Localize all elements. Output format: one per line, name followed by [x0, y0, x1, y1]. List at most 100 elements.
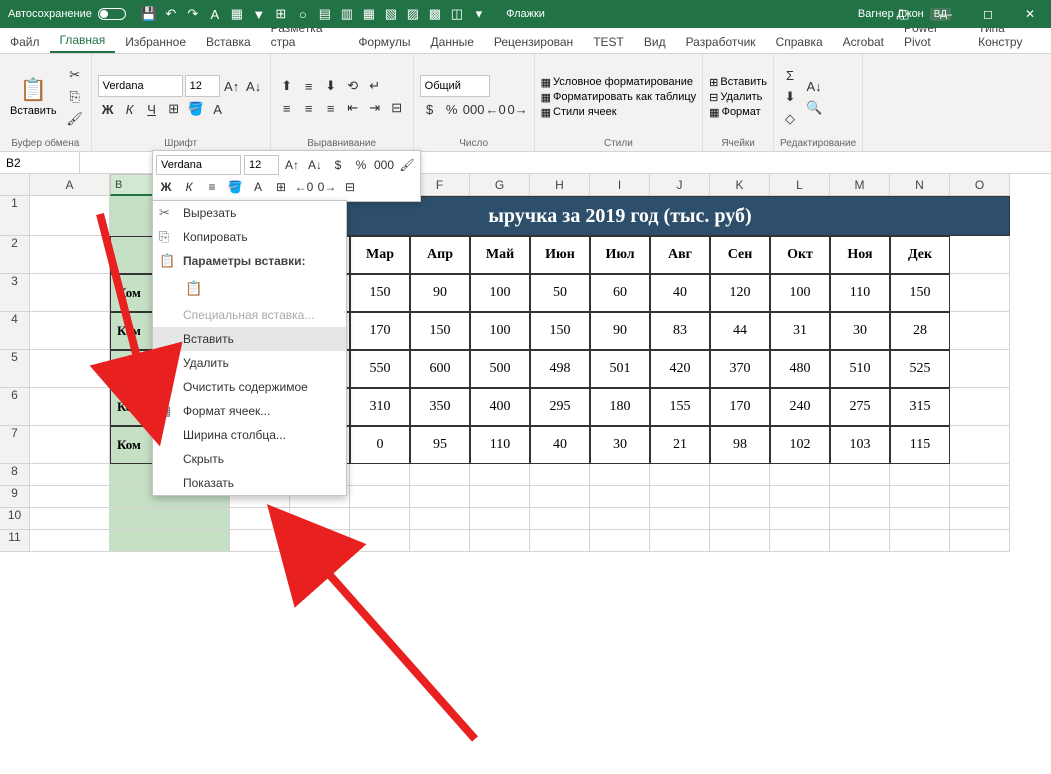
- bold-icon[interactable]: Ж: [98, 99, 118, 119]
- ctx-col-width[interactable]: Ширина столбца...: [153, 423, 346, 447]
- redo-icon[interactable]: ↷: [184, 5, 202, 23]
- qat-icon-7[interactable]: ▧: [382, 5, 400, 23]
- qat-icon-6[interactable]: ▦: [360, 5, 378, 23]
- wrap-text-icon[interactable]: ↵: [365, 76, 385, 96]
- font-size-select[interactable]: 12: [185, 75, 220, 97]
- borders-icon[interactable]: ⊞: [164, 99, 184, 119]
- tab-formulas[interactable]: Формулы: [348, 30, 420, 53]
- fill-color-icon[interactable]: 🪣: [186, 99, 206, 119]
- col-header-N[interactable]: N: [890, 174, 950, 196]
- tab-home[interactable]: Главная: [50, 28, 116, 53]
- tab-insert[interactable]: Вставка: [196, 30, 261, 53]
- col-header-A[interactable]: A: [30, 174, 110, 196]
- qat-more-icon[interactable]: ▾: [470, 5, 488, 23]
- maximize-icon[interactable]: ◻: [967, 0, 1009, 28]
- align-left-icon[interactable]: ≡: [277, 98, 297, 118]
- conditional-formatting-button[interactable]: ▦ Условное форматирование: [541, 76, 693, 89]
- align-top-icon[interactable]: ⬆: [277, 76, 297, 96]
- merge-icon[interactable]: ⊟: [387, 98, 407, 118]
- comma-icon[interactable]: 000: [374, 155, 394, 175]
- minimize-icon[interactable]: —: [925, 0, 967, 28]
- ctx-format-cells[interactable]: ▦Формат ячеек...: [153, 399, 346, 423]
- filter-icon[interactable]: ▼: [250, 5, 268, 23]
- name-box[interactable]: B2: [0, 152, 80, 173]
- percent-icon[interactable]: %: [351, 155, 371, 175]
- save-icon[interactable]: 💾: [140, 5, 158, 23]
- sort-filter-icon[interactable]: A↓: [804, 76, 824, 96]
- align-right-icon[interactable]: ≡: [321, 98, 341, 118]
- tab-favorites[interactable]: Избранное: [115, 30, 196, 53]
- comma-icon[interactable]: 000: [464, 99, 484, 119]
- autosave-toggle[interactable]: Автосохранение: [0, 8, 134, 20]
- col-header-G[interactable]: G: [470, 174, 530, 196]
- font-color-icon[interactable]: A: [248, 177, 268, 197]
- decrease-decimal-icon[interactable]: 0→: [317, 177, 337, 197]
- mini-font-select[interactable]: Verdana: [156, 155, 241, 175]
- paste-option-icon[interactable]: 📋: [183, 277, 205, 299]
- increase-font-icon[interactable]: A↑: [222, 76, 242, 96]
- ctx-hide[interactable]: Скрыть: [153, 447, 346, 471]
- autosum-icon[interactable]: Σ: [780, 65, 800, 85]
- cut-icon[interactable]: ✂: [65, 65, 85, 85]
- qat-icon-2[interactable]: ⊞: [272, 5, 290, 23]
- qat-icon-8[interactable]: ▨: [404, 5, 422, 23]
- tab-developer[interactable]: Разработчик: [676, 30, 766, 53]
- qat-icon-5[interactable]: ▥: [338, 5, 356, 23]
- ctx-clear[interactable]: Очистить содержимое: [153, 375, 346, 399]
- fill-color-icon[interactable]: 🪣: [225, 177, 245, 197]
- insert-cells-button[interactable]: ⊞ Вставить: [709, 76, 767, 89]
- align-middle-icon[interactable]: ≡: [299, 76, 319, 96]
- tab-acrobat[interactable]: Acrobat: [833, 30, 894, 53]
- decrease-indent-icon[interactable]: ⇤: [343, 98, 363, 118]
- currency-icon[interactable]: $: [420, 99, 440, 119]
- qat-icon-9[interactable]: ▩: [426, 5, 444, 23]
- qat-icon-10[interactable]: ◫: [448, 5, 466, 23]
- increase-indent-icon[interactable]: ⇥: [365, 98, 385, 118]
- ctx-unhide[interactable]: Показать: [153, 471, 346, 495]
- qat-icon-4[interactable]: ▤: [316, 5, 334, 23]
- undo-icon[interactable]: ↶: [162, 5, 180, 23]
- tab-review[interactable]: Рецензирован: [484, 30, 583, 53]
- align-center-icon[interactable]: ≡: [299, 98, 319, 118]
- col-header-K[interactable]: K: [710, 174, 770, 196]
- qat-icon[interactable]: ▦: [228, 5, 246, 23]
- ribbon-display-icon[interactable]: ▢: [883, 0, 925, 28]
- col-header-M[interactable]: M: [830, 174, 890, 196]
- font-color-icon[interactable]: A: [206, 5, 224, 23]
- format-painter-icon[interactable]: 🖌: [65, 109, 85, 129]
- col-header-L[interactable]: L: [770, 174, 830, 196]
- tab-test[interactable]: TEST: [583, 30, 634, 53]
- delete-cells-button[interactable]: ⊟ Удалить: [709, 91, 762, 104]
- decrease-font-icon[interactable]: A↓: [244, 76, 264, 96]
- increase-decimal-icon[interactable]: ←0: [294, 177, 314, 197]
- format-painter-icon[interactable]: 🖌: [397, 155, 417, 175]
- ctx-copy[interactable]: ⎘Копировать: [153, 225, 346, 249]
- borders-icon[interactable]: ⊞: [271, 177, 291, 197]
- tab-file[interactable]: Файл: [0, 30, 50, 53]
- col-header-H[interactable]: H: [530, 174, 590, 196]
- ctx-insert[interactable]: Вставить: [153, 327, 346, 351]
- align-bottom-icon[interactable]: ⬇: [321, 76, 341, 96]
- clear-icon[interactable]: ◇: [780, 109, 800, 129]
- tab-help[interactable]: Справка: [766, 30, 833, 53]
- tab-view[interactable]: Вид: [634, 30, 676, 53]
- format-as-table-button[interactable]: ▦ Форматировать как таблицу: [541, 91, 697, 104]
- merge-icon[interactable]: ⊟: [340, 177, 360, 197]
- paste-button[interactable]: 📋 Вставить: [6, 75, 61, 119]
- bold-icon[interactable]: Ж: [156, 177, 176, 197]
- italic-icon[interactable]: К: [120, 99, 140, 119]
- currency-icon[interactable]: $: [328, 155, 348, 175]
- orientation-icon[interactable]: ⟲: [343, 76, 363, 96]
- col-header-J[interactable]: J: [650, 174, 710, 196]
- ctx-cut[interactable]: ✂Вырезать: [153, 201, 346, 225]
- close-icon[interactable]: ✕: [1009, 0, 1051, 28]
- font-name-select[interactable]: Verdana: [98, 75, 183, 97]
- col-header-O[interactable]: O: [950, 174, 1010, 196]
- tab-data[interactable]: Данные: [421, 30, 484, 53]
- font-color-icon[interactable]: A: [208, 99, 228, 119]
- decrease-font-icon[interactable]: A↓: [305, 155, 325, 175]
- increase-decimal-icon[interactable]: ←0: [486, 99, 506, 119]
- copy-icon[interactable]: ⎘: [65, 87, 85, 107]
- percent-icon[interactable]: %: [442, 99, 462, 119]
- ctx-delete[interactable]: Удалить: [153, 351, 346, 375]
